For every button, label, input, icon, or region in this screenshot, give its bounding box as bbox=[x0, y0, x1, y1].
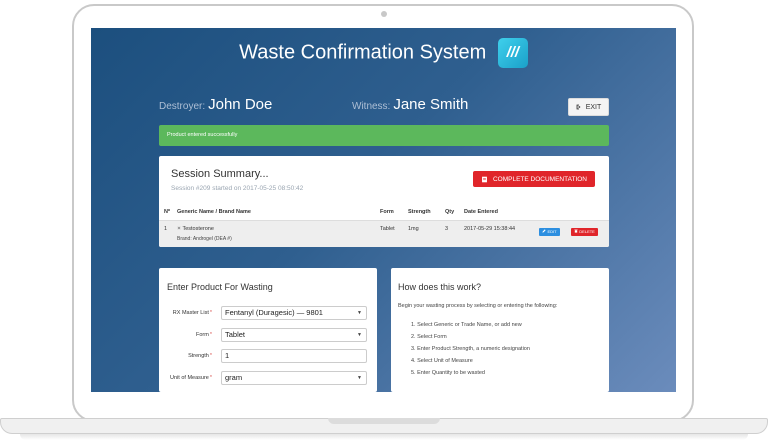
strength-value: 1 bbox=[225, 351, 230, 360]
unit-of-measure-label: Unit of Measure* bbox=[170, 375, 212, 381]
rx-master-list-label: RX Master List* bbox=[172, 310, 212, 316]
strength-row: Strength* 1 bbox=[159, 349, 377, 363]
how-it-works-intro: Begin your wasting process by selecting … bbox=[398, 303, 558, 309]
edit-label: EDIT bbox=[547, 229, 557, 234]
app-title: Waste Confirmation System bbox=[239, 41, 487, 64]
session-summary-panel: Session Summary... Session #209 started … bbox=[159, 156, 609, 247]
generic-name-text: Testosterone bbox=[182, 226, 214, 232]
enter-product-title: Enter Product For Wasting bbox=[167, 282, 273, 292]
witness-info: Witness: Jane Smith bbox=[352, 96, 468, 113]
col-generic-brand: Generic Name / Brand Name bbox=[177, 209, 251, 215]
exit-label: EXIT bbox=[585, 103, 602, 111]
form-label: Form* bbox=[196, 332, 212, 338]
how-step-4: 4. Select Unit of Measure bbox=[411, 358, 473, 364]
enter-product-panel: Enter Product For Wasting RX Master List… bbox=[159, 268, 377, 392]
witness-name: Jane Smith bbox=[393, 96, 469, 113]
app-logo: /// bbox=[497, 38, 528, 68]
unit-of-measure-select[interactable]: gram ▼ bbox=[221, 371, 367, 385]
table-row: 1 Testosterone Brand: Androgel (DEA #) T… bbox=[159, 221, 609, 247]
app-header: Waste Confirmation System /// bbox=[91, 38, 676, 68]
chevron-down-icon: ▼ bbox=[357, 375, 362, 381]
trash-icon bbox=[574, 229, 578, 233]
complete-label: COMPLETE DOCUMENTATION bbox=[492, 175, 587, 183]
row-brand-name: Brand: Androgel (DEA #) bbox=[177, 236, 232, 242]
col-number: Nº bbox=[164, 209, 170, 215]
exit-button[interactable]: EXIT bbox=[568, 98, 609, 116]
webcam-dot bbox=[381, 11, 387, 17]
col-qty: Qty bbox=[445, 209, 455, 215]
app-screen: Waste Confirmation System /// Destroyer:… bbox=[91, 28, 676, 392]
sign-out-icon bbox=[576, 104, 581, 110]
laptop-notch bbox=[328, 418, 440, 424]
how-step-5: 5. Enter Quantity to be wasted bbox=[411, 370, 485, 376]
document-icon bbox=[482, 176, 487, 182]
row-generic-name: Testosterone bbox=[177, 226, 214, 232]
session-title: Session Summary... bbox=[171, 168, 269, 180]
row-qty: 3 bbox=[445, 226, 449, 232]
destroyer-name: John Doe bbox=[208, 96, 273, 113]
strength-input[interactable]: 1 bbox=[221, 349, 367, 363]
col-strength: Strength bbox=[408, 209, 431, 215]
form-row: Form* Tablet ▼ bbox=[159, 328, 377, 342]
how-it-works-title: How does this work? bbox=[398, 282, 482, 292]
delete-button[interactable]: DELETE bbox=[571, 228, 598, 236]
rx-master-list-select[interactable]: Fentanyl (Duragesic) — 9801 ▼ bbox=[221, 306, 367, 320]
witness-label: Witness: bbox=[352, 101, 391, 112]
form-value: Tablet bbox=[225, 330, 246, 339]
row-strength: 1mg bbox=[408, 226, 419, 232]
row-number: 1 bbox=[164, 226, 168, 232]
how-it-works-panel: How does this work? Begin your wasting p… bbox=[391, 268, 609, 392]
chevron-down-icon: ▼ bbox=[357, 310, 362, 316]
row-form: Tablet bbox=[380, 226, 395, 232]
success-alert: Product entered successfully bbox=[159, 125, 609, 146]
unit-of-measure-value: gram bbox=[225, 373, 243, 382]
session-table-header: Nº Generic Name / Brand Name Form Streng… bbox=[159, 204, 609, 221]
form-select[interactable]: Tablet ▼ bbox=[221, 328, 367, 342]
destroyer-label: Destroyer: bbox=[159, 101, 206, 112]
how-step-3: 3. Enter Product Strength, a numeric des… bbox=[411, 346, 530, 352]
row-date: 2017-05-29 15:38:44 bbox=[464, 226, 516, 232]
how-step-1: 1. Select Generic or Trade Name, or add … bbox=[411, 322, 522, 328]
session-subtitle: Session #209 started on 2017-05-25 08:50… bbox=[171, 185, 304, 192]
alert-text: Product entered successfully bbox=[167, 132, 238, 138]
pencil-icon bbox=[542, 229, 546, 233]
col-date-entered: Date Entered bbox=[464, 209, 498, 215]
rx-master-list-row: RX Master List* Fentanyl (Duragesic) — 9… bbox=[159, 306, 377, 320]
laptop-shadow bbox=[20, 434, 748, 440]
how-step-2: 2. Select Form bbox=[411, 334, 447, 340]
chevron-down-icon: ▼ bbox=[357, 332, 362, 338]
strength-label: Strength* bbox=[188, 353, 212, 359]
delete-label: DELETE bbox=[579, 229, 595, 234]
col-form: Form bbox=[380, 209, 394, 215]
complete-documentation-button[interactable]: COMPLETE DOCUMENTATION bbox=[473, 171, 595, 187]
rx-master-list-value: Fentanyl (Duragesic) — 9801 bbox=[225, 308, 323, 317]
destroyer-info: Destroyer: John Doe bbox=[159, 96, 272, 113]
unit-of-measure-row: Unit of Measure* gram ▼ bbox=[159, 371, 377, 385]
close-icon[interactable] bbox=[177, 226, 181, 230]
edit-button[interactable]: EDIT bbox=[539, 228, 560, 236]
